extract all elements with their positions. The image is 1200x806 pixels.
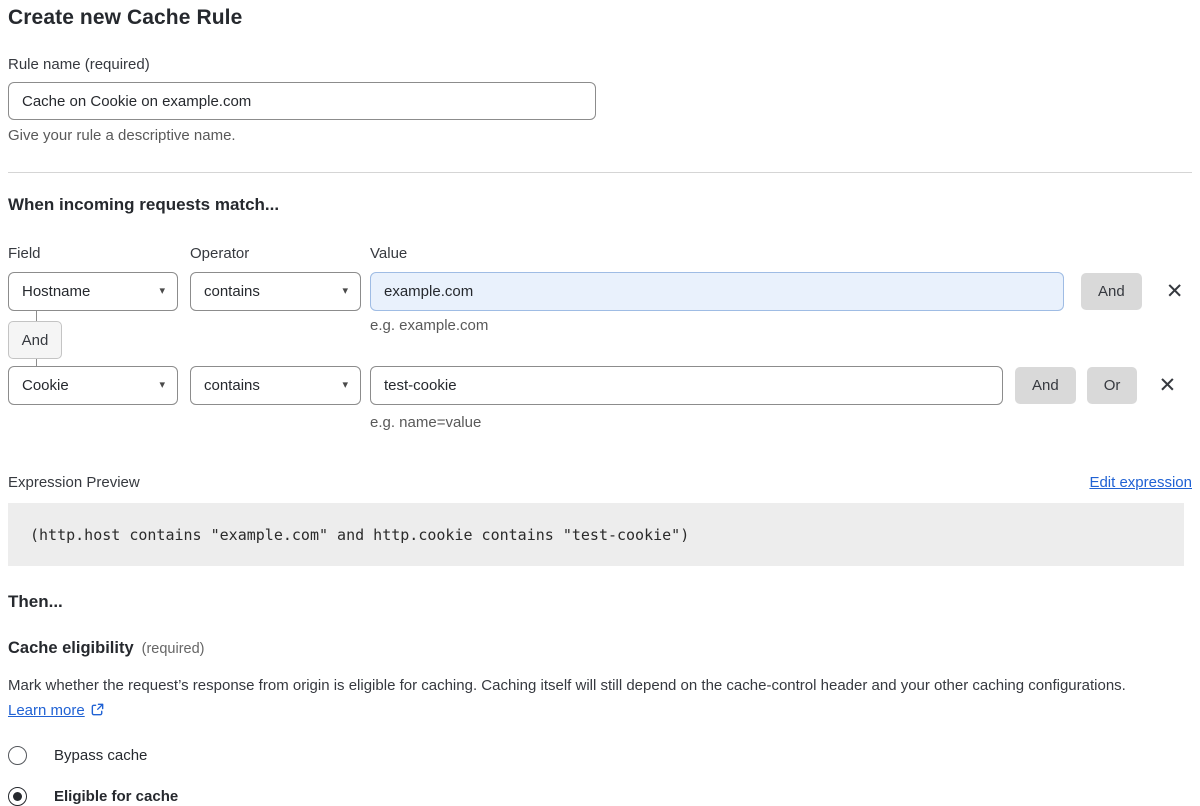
operator-select-2[interactable]: contains ▾ — [190, 366, 361, 405]
condition-column-labels: Field Operator Value — [8, 245, 1192, 262]
and-button-row1[interactable]: And — [1081, 273, 1142, 310]
description-text: Mark whether the request’s response from… — [8, 677, 1126, 694]
connector-line-bottom — [36, 359, 37, 366]
edit-expression-link[interactable]: Edit expression — [1089, 474, 1192, 491]
radio-bypass-cache-label: Bypass cache — [54, 747, 147, 764]
chevron-down-icon: ▾ — [159, 286, 165, 297]
cache-eligibility-title: Cache eligibility — [8, 639, 134, 658]
then-section-heading: Then... — [8, 592, 1192, 612]
value-hint-1: e.g. example.com — [370, 317, 488, 334]
cache-eligibility-description: Mark whether the request’s response from… — [8, 673, 1166, 725]
condition-row-2: Cookie ▾ contains ▾ And Or ✕ — [8, 366, 1192, 405]
create-cache-rule-page: Create new Cache Rule Rule name (require… — [0, 0, 1200, 806]
radio-circle-selected-icon[interactable] — [8, 787, 27, 806]
chevron-down-icon: ▾ — [342, 380, 348, 391]
expression-header: Expression Preview Edit expression — [8, 474, 1192, 491]
rule-name-input[interactable] — [8, 82, 596, 120]
condition-row-1: Hostname ▾ contains ▾ And ✕ — [8, 272, 1192, 311]
section-divider — [8, 172, 1192, 173]
operator-select-1-value: contains — [204, 283, 260, 300]
field-column-label: Field — [8, 245, 190, 262]
rule-name-label: Rule name (required) — [8, 56, 1192, 73]
expression-code-block: (http.host contains "example.com" and ht… — [8, 503, 1184, 566]
radio-circle-icon[interactable] — [8, 746, 27, 765]
operator-column-label: Operator — [190, 245, 370, 262]
cache-eligibility-heading: Cache eligibility (required) — [8, 639, 1192, 658]
chevron-down-icon: ▾ — [159, 380, 165, 391]
value-column-label: Value — [370, 245, 1192, 262]
remove-condition-2-icon[interactable]: ✕ — [1155, 374, 1179, 398]
and-button-row2[interactable]: And — [1015, 367, 1076, 404]
rule-name-helper: Give your rule a descriptive name. — [8, 127, 1192, 144]
operator-select-1[interactable]: contains ▾ — [190, 272, 361, 311]
operator-select-2-value: contains — [204, 377, 260, 394]
or-button-row2[interactable]: Or — [1087, 367, 1138, 404]
radio-eligible-for-cache-label: Eligible for cache — [54, 788, 178, 805]
remove-condition-1-icon[interactable]: ✕ — [1163, 280, 1187, 304]
expression-preview-label: Expression Preview — [8, 474, 140, 491]
radio-bypass-cache[interactable]: Bypass cache — [8, 746, 1192, 765]
and-connector-badge[interactable]: And — [8, 321, 62, 359]
page-title: Create new Cache Rule — [8, 6, 1192, 30]
chevron-down-icon: ▾ — [342, 286, 348, 297]
value-hint-2: e.g. name=value — [370, 414, 1192, 431]
radio-eligible-for-cache[interactable]: Eligible for cache — [8, 787, 1192, 806]
connector-zone: And e.g. example.com — [8, 311, 1192, 366]
external-link-icon[interactable] — [90, 700, 105, 725]
field-select-2[interactable]: Cookie ▾ — [8, 366, 178, 405]
field-select-2-value: Cookie — [22, 377, 69, 394]
match-section-heading: When incoming requests match... — [8, 195, 1192, 215]
field-select-1[interactable]: Hostname ▾ — [8, 272, 178, 311]
value-input-2[interactable] — [370, 366, 1003, 405]
connector-line-top — [36, 311, 37, 321]
learn-more-link[interactable]: Learn more — [8, 702, 85, 719]
field-select-1-value: Hostname — [22, 283, 90, 300]
required-tag: (required) — [142, 641, 205, 657]
value-input-1[interactable] — [370, 272, 1064, 311]
